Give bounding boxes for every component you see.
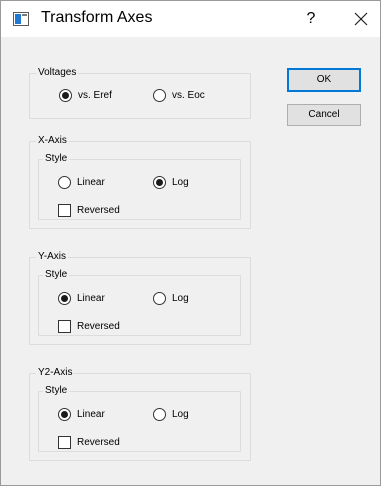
x-axis-reversed-checkbox[interactable] [58,203,71,217]
voltages-vs-eoc-radio[interactable] [153,88,166,102]
x-axis-linear-radio[interactable] [58,175,71,189]
y-axis-linear-option[interactable]: Linear [58,290,105,306]
y2-axis-style-label: Style [43,385,70,397]
y2-axis-linear-label: Linear [77,408,105,420]
y2-axis-linear-radio[interactable] [58,407,71,421]
x-axis-reversed-label: Reversed [77,204,120,216]
y-axis-group-label: Y-Axis [36,251,68,263]
y-axis-reversed-checkbox[interactable] [58,319,71,333]
voltages-vs-eoc-label: vs. Eoc [172,89,205,101]
voltages-vs-eref-label: vs. Eref [78,89,112,101]
y2-axis-linear-option[interactable]: Linear [58,406,105,422]
voltages-vs-eref-radio[interactable] [59,88,72,102]
x-axis-log-option[interactable]: Log [153,174,189,190]
y-axis-reversed-label: Reversed [77,320,120,332]
x-axis-linear-option[interactable]: Linear [58,174,105,190]
y2-axis-reversed-checkbox[interactable] [58,435,71,449]
cancel-button[interactable]: Cancel [287,104,361,126]
title-bar: Transform Axes ? [1,1,380,37]
y-axis-style-label: Style [43,269,70,281]
x-axis-linear-label: Linear [77,176,105,188]
y-axis-log-radio[interactable] [153,291,166,305]
voltages-vs-eoc-option[interactable]: vs. Eoc [153,87,205,103]
app-window-icon [13,12,29,26]
close-icon [354,12,368,26]
y2-axis-log-label: Log [172,408,189,420]
y2-axis-reversed-label: Reversed [77,436,120,448]
x-axis-style-label: Style [43,153,70,165]
voltages-vs-eref-option[interactable]: vs. Eref [59,87,112,103]
dialog-title: Transform Axes [41,9,153,26]
y2-axis-group-label: Y2-Axis [36,367,75,379]
x-axis-log-radio[interactable] [153,175,166,189]
x-axis-group-label: X-Axis [36,135,69,147]
y2-axis-log-radio[interactable] [153,407,166,421]
x-axis-reversed-option[interactable]: Reversed [58,202,120,218]
y-axis-log-label: Log [172,292,189,304]
help-button[interactable]: ? [301,7,321,31]
y2-axis-reversed-option[interactable]: Reversed [58,434,120,450]
y-axis-linear-radio[interactable] [58,291,71,305]
ok-button[interactable]: OK [287,68,361,92]
x-axis-log-label: Log [172,176,189,188]
voltages-group-label: Voltages [36,67,79,79]
close-button[interactable] [346,4,376,34]
y-axis-log-option[interactable]: Log [153,290,189,306]
y2-axis-log-option[interactable]: Log [153,406,189,422]
y-axis-linear-label: Linear [77,292,105,304]
y-axis-reversed-option[interactable]: Reversed [58,318,120,334]
transform-axes-dialog: Transform Axes ? Voltages vs. Eref vs. E… [0,0,381,486]
